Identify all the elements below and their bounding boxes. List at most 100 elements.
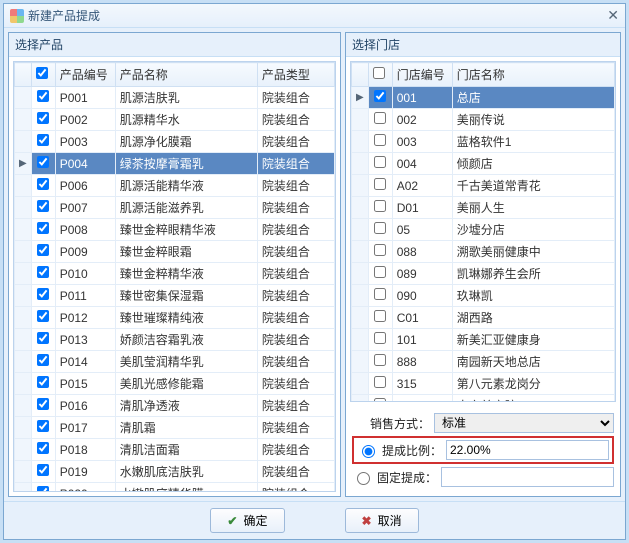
row-checkbox[interactable] bbox=[37, 398, 49, 410]
row-checkbox[interactable] bbox=[37, 90, 49, 102]
table-row[interactable]: A02千古美道常青花 bbox=[352, 175, 615, 197]
table-row[interactable]: P006肌源活能精华液院装组合 bbox=[15, 175, 335, 197]
table-row[interactable]: P013娇颜洁容霜乳液院装组合 bbox=[15, 329, 335, 351]
row-checkbox-cell[interactable] bbox=[31, 219, 55, 241]
row-checkbox[interactable] bbox=[37, 354, 49, 366]
row-checkbox-cell[interactable] bbox=[31, 197, 55, 219]
row-checkbox-cell[interactable] bbox=[31, 351, 55, 373]
row-checkbox-cell[interactable] bbox=[368, 329, 392, 351]
row-checkbox[interactable] bbox=[374, 156, 386, 168]
row-checkbox[interactable] bbox=[37, 178, 49, 190]
row-checkbox[interactable] bbox=[374, 310, 386, 322]
table-row[interactable]: 002美丽传说 bbox=[352, 109, 615, 131]
table-row[interactable]: P007肌源活能滋养乳院装组合 bbox=[15, 197, 335, 219]
row-checkbox-cell[interactable] bbox=[31, 417, 55, 439]
row-checkbox[interactable] bbox=[37, 464, 49, 476]
product-checkall[interactable] bbox=[36, 67, 48, 79]
table-row[interactable]: D01美丽人生 bbox=[352, 197, 615, 219]
table-row[interactable]: 088溯歌美丽健康中 bbox=[352, 241, 615, 263]
table-row[interactable]: 003蓝格软件1 bbox=[352, 131, 615, 153]
table-row[interactable]: 090玖琳凯 bbox=[352, 285, 615, 307]
row-checkbox[interactable] bbox=[37, 156, 49, 168]
row-checkbox-cell[interactable] bbox=[368, 241, 392, 263]
row-checkbox-cell[interactable] bbox=[368, 263, 392, 285]
row-checkbox[interactable] bbox=[37, 288, 49, 300]
row-checkbox[interactable] bbox=[37, 486, 49, 492]
product-col-type[interactable]: 产品类型 bbox=[257, 63, 334, 87]
row-checkbox[interactable] bbox=[37, 134, 49, 146]
ratio-label[interactable]: 提成比例： bbox=[382, 442, 442, 459]
row-checkbox-cell[interactable] bbox=[31, 483, 55, 493]
row-checkbox-cell[interactable] bbox=[31, 461, 55, 483]
row-checkbox-cell[interactable] bbox=[368, 351, 392, 373]
table-row[interactable]: P015美肌光感修能霜院装组合 bbox=[15, 373, 335, 395]
table-row[interactable]: P017清肌霜院装组合 bbox=[15, 417, 335, 439]
row-checkbox[interactable] bbox=[374, 398, 386, 402]
table-row[interactable]: 004倾颜店 bbox=[352, 153, 615, 175]
fixed-input[interactable] bbox=[441, 467, 614, 487]
row-checkbox-cell[interactable] bbox=[368, 219, 392, 241]
product-col-checkbox-header[interactable] bbox=[31, 63, 55, 87]
row-checkbox[interactable] bbox=[37, 442, 49, 454]
row-checkbox[interactable] bbox=[37, 376, 49, 388]
table-row[interactable]: P020水嫩肌底精华膜院装组合 bbox=[15, 483, 335, 493]
table-row[interactable]: P001肌源洁肤乳院装组合 bbox=[15, 87, 335, 109]
row-checkbox[interactable] bbox=[37, 266, 49, 278]
table-row[interactable]: P012臻世璀璨精纯液院装组合 bbox=[15, 307, 335, 329]
table-row[interactable]: 888南园新天地总店 bbox=[352, 351, 615, 373]
row-checkbox-cell[interactable] bbox=[368, 395, 392, 403]
store-col-name[interactable]: 门店名称 bbox=[452, 63, 614, 87]
sales-mode-select[interactable]: 标准 bbox=[434, 413, 614, 433]
table-row[interactable]: 318南京美容院 bbox=[352, 395, 615, 403]
row-checkbox-cell[interactable] bbox=[31, 373, 55, 395]
row-checkbox-cell[interactable] bbox=[31, 329, 55, 351]
row-checkbox[interactable] bbox=[374, 222, 386, 234]
store-checkall[interactable] bbox=[373, 67, 385, 79]
close-icon[interactable]: ✕ bbox=[607, 7, 619, 24]
table-row[interactable]: 315第八元素龙岗分 bbox=[352, 373, 615, 395]
row-checkbox-cell[interactable] bbox=[368, 87, 392, 109]
row-checkbox[interactable] bbox=[374, 112, 386, 124]
cancel-button[interactable]: ✖ 取消 bbox=[345, 508, 419, 533]
row-checkbox-cell[interactable] bbox=[31, 439, 55, 461]
ratio-input[interactable] bbox=[446, 440, 609, 460]
table-row[interactable]: P002肌源精华水院装组合 bbox=[15, 109, 335, 131]
table-row[interactable]: P011臻世密集保湿霜院装组合 bbox=[15, 285, 335, 307]
row-checkbox[interactable] bbox=[37, 200, 49, 212]
table-row[interactable]: P009臻世金粹眼霜院装组合 bbox=[15, 241, 335, 263]
table-row[interactable]: 101新美汇亚健康身 bbox=[352, 329, 615, 351]
row-checkbox-cell[interactable] bbox=[368, 131, 392, 153]
row-checkbox[interactable] bbox=[374, 178, 386, 190]
table-row[interactable]: P018清肌洁面霜院装组合 bbox=[15, 439, 335, 461]
table-row[interactable]: 089凯琳娜养生会所 bbox=[352, 263, 615, 285]
row-checkbox-cell[interactable] bbox=[31, 263, 55, 285]
row-checkbox-cell[interactable] bbox=[31, 109, 55, 131]
row-checkbox-cell[interactable] bbox=[31, 175, 55, 197]
row-checkbox[interactable] bbox=[37, 112, 49, 124]
row-checkbox-cell[interactable] bbox=[31, 285, 55, 307]
row-checkbox[interactable] bbox=[37, 332, 49, 344]
store-grid-wrapper[interactable]: 门店编号 门店名称 ▶001总店002美丽传说003蓝格软件1004倾颜店A02… bbox=[350, 61, 616, 402]
ok-button[interactable]: ✔ 确定 bbox=[210, 508, 284, 533]
table-row[interactable]: P014美肌莹润精华乳院装组合 bbox=[15, 351, 335, 373]
table-row[interactable]: 05沙墟分店 bbox=[352, 219, 615, 241]
row-checkbox-cell[interactable] bbox=[31, 307, 55, 329]
row-checkbox[interactable] bbox=[374, 332, 386, 344]
row-checkbox[interactable] bbox=[374, 288, 386, 300]
row-checkbox-cell[interactable] bbox=[31, 87, 55, 109]
row-checkbox[interactable] bbox=[374, 354, 386, 366]
table-row[interactable]: P008臻世金粹眼精华液院装组合 bbox=[15, 219, 335, 241]
table-row[interactable]: P016清肌净透液院装组合 bbox=[15, 395, 335, 417]
row-checkbox-cell[interactable] bbox=[368, 153, 392, 175]
row-checkbox[interactable] bbox=[37, 310, 49, 322]
product-col-name[interactable]: 产品名称 bbox=[115, 63, 257, 87]
table-row[interactable]: P019水嫩肌底洁肤乳院装组合 bbox=[15, 461, 335, 483]
store-col-checkbox-header[interactable] bbox=[368, 63, 392, 87]
product-col-code[interactable]: 产品编号 bbox=[55, 63, 115, 87]
row-checkbox[interactable] bbox=[374, 266, 386, 278]
row-checkbox-cell[interactable] bbox=[368, 175, 392, 197]
row-checkbox-cell[interactable] bbox=[368, 307, 392, 329]
row-checkbox-cell[interactable] bbox=[368, 285, 392, 307]
fixed-label[interactable]: 固定提成： bbox=[377, 469, 437, 486]
table-row[interactable]: C01湖西路 bbox=[352, 307, 615, 329]
